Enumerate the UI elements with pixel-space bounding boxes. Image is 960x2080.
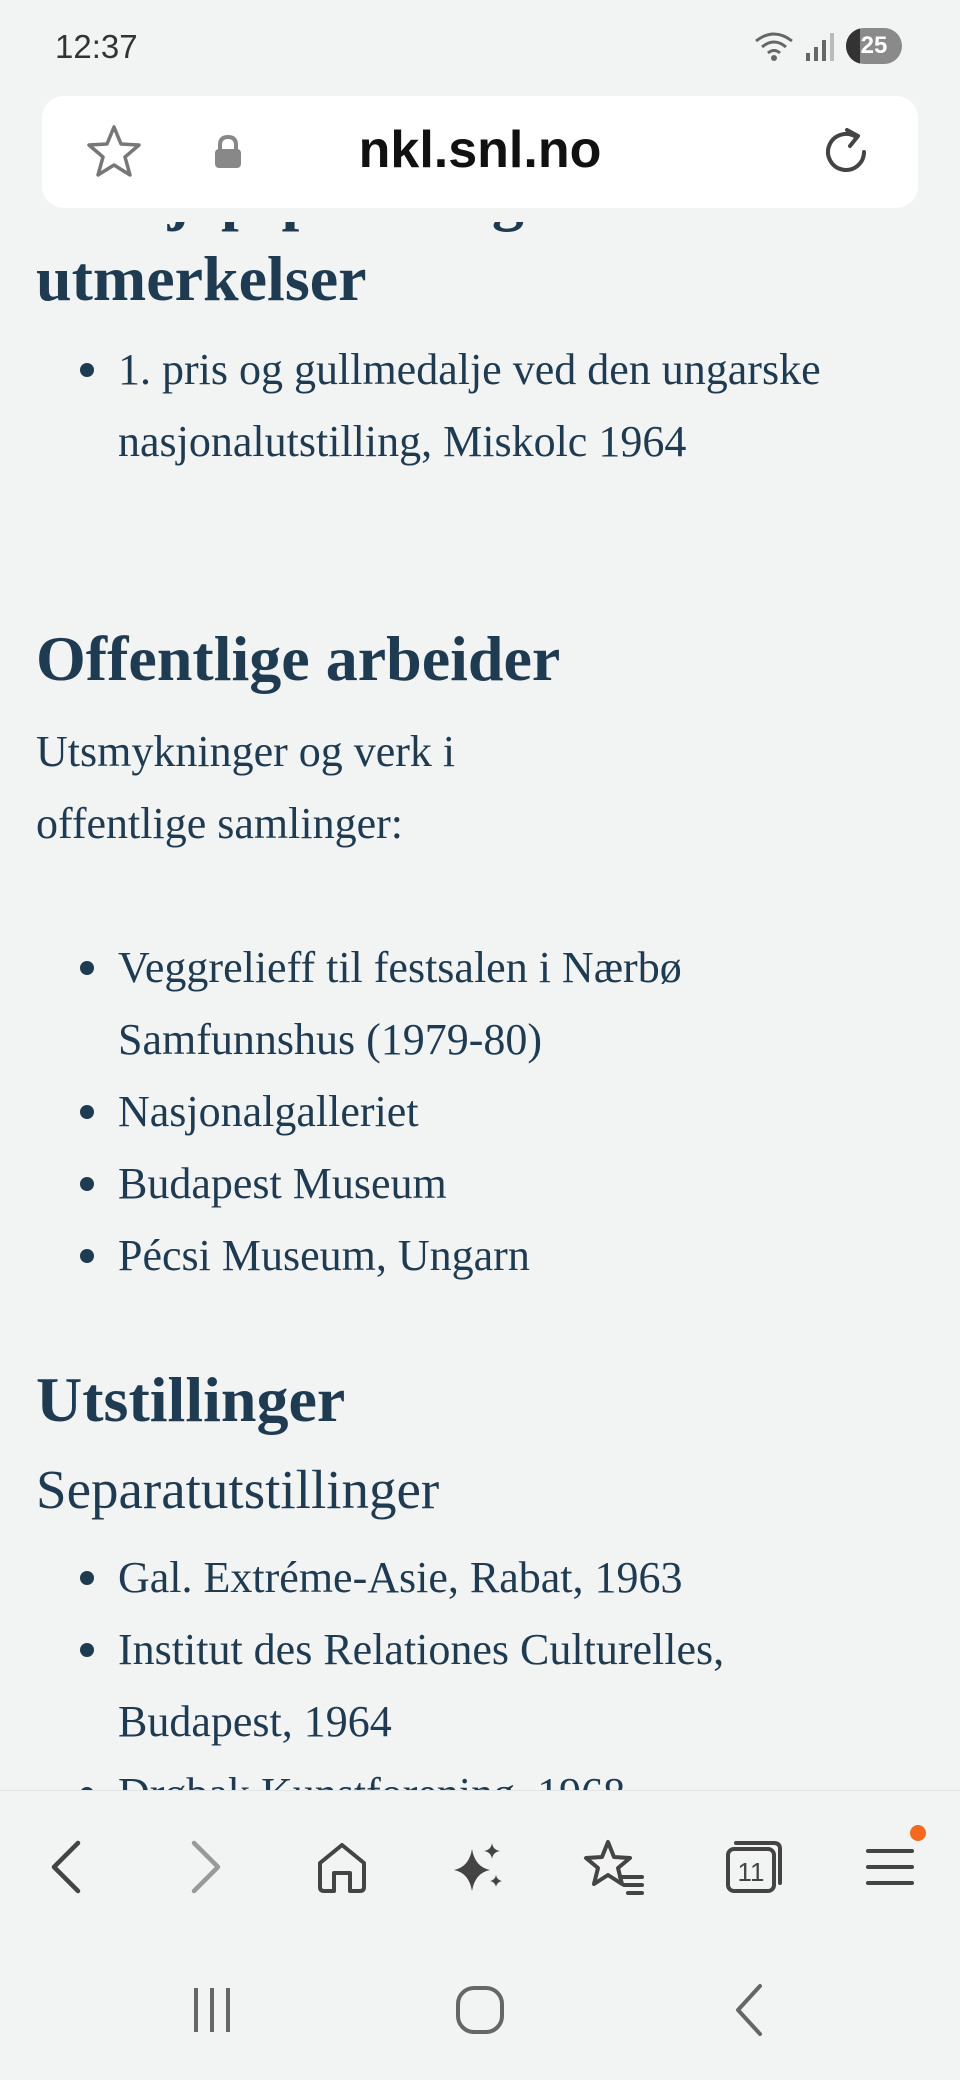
url-bar-container: nkl.snl.no [0, 96, 960, 222]
ai-assistant-button[interactable] [438, 1827, 518, 1907]
solo-exhibitions-heading: Separatutstillinger [36, 1459, 440, 1520]
public-works-list: Veggrelieff til festsalen i Nærbø Samfun… [80, 932, 908, 1292]
bookmarks-button[interactable] [574, 1827, 654, 1907]
list-item: Pécsi Museum, Ungarn [80, 1220, 908, 1292]
wifi-icon [755, 32, 793, 61]
notification-dot [910, 1825, 926, 1841]
svg-text:11: 11 [738, 1857, 765, 1887]
list-item: Institut des Relationes Culturelles, Bud… [80, 1614, 908, 1758]
status-bar: 12:37 25 [0, 0, 960, 96]
reload-icon[interactable] [816, 122, 876, 182]
list-item: Gal. Extréme-Asie, Rabat, 1963 [80, 1542, 908, 1614]
back-button[interactable] [26, 1827, 106, 1907]
tabs-icon: 11 [726, 1841, 782, 1893]
forward-button[interactable] [166, 1827, 246, 1907]
home-system-button[interactable] [440, 1970, 520, 2050]
article-content: Innkjøpspriser og utmerkelser 1. pris og… [0, 0, 960, 1790]
list-item: Budapest Museum [80, 1148, 908, 1220]
list-item: 1. pris og gullmedalje ved den ungarske … [80, 334, 908, 478]
awards-list: 1. pris og gullmedalje ved den ungarske … [80, 334, 908, 478]
list-item: Nasjonalgalleriet [80, 1076, 908, 1148]
hamburger-icon [866, 1849, 914, 1885]
menu-button[interactable] [850, 1825, 930, 1907]
system-back-button[interactable] [710, 1970, 790, 2050]
list-item: Veggrelieff til festsalen i Nærbø Samfun… [80, 932, 908, 1076]
public-works-heading: Offentlige arbeider [36, 623, 561, 694]
back-arrow-icon [736, 1984, 762, 2036]
signal-icon [806, 33, 834, 61]
chevron-left-icon [51, 1840, 81, 1894]
star-list-icon [584, 1840, 644, 1895]
recent-apps-icon [194, 1988, 230, 2032]
chevron-right-icon [191, 1840, 221, 1894]
solo-exhibitions-list: Gal. Extréme-Asie, Rabat, 1963 Institut … [80, 1542, 908, 1790]
home-icon [318, 1843, 366, 1893]
url-bar[interactable]: nkl.snl.no [42, 96, 918, 208]
status-time: 12:37 [55, 28, 138, 65]
home-circle-icon [456, 1986, 504, 2034]
system-navigation-bar [0, 1940, 960, 2080]
home-button[interactable] [302, 1827, 382, 1907]
recent-apps-button[interactable] [172, 1970, 252, 2050]
public-works-intro: Utsmykninger og verk i offentlige samlin… [36, 727, 456, 848]
url-text[interactable]: nkl.snl.no [42, 120, 918, 180]
list-item: Drøbak Kunstforening, 1968 [80, 1758, 908, 1790]
status-icons: 25 [754, 28, 902, 64]
sparkle-icon [454, 1843, 502, 1891]
browser-toolbar: 11 [0, 1790, 960, 1941]
exhibitions-heading: Utstillinger [36, 1364, 346, 1435]
battery-indicator: 25 [846, 28, 902, 64]
awards-heading: utmerkelser [36, 243, 367, 314]
tabs-button[interactable]: 11 [714, 1827, 794, 1907]
